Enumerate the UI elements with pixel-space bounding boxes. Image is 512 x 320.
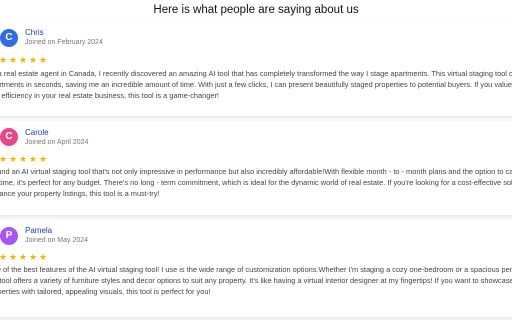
reviewer-name: Chris: [25, 28, 44, 37]
avatar: C: [0, 29, 18, 47]
star-icon: ★: [39, 154, 48, 164]
star-icon: ★: [29, 154, 38, 164]
avatar: C: [0, 128, 18, 146]
star-icon: ★: [19, 252, 28, 262]
star-rating: ★★★★★: [0, 253, 49, 262]
star-icon: ★: [29, 252, 38, 262]
testimonial-card: C Chris Joined on February 2024 ★★★★★ As…: [0, 20, 512, 116]
star-rating: ★★★★★: [0, 155, 49, 164]
join-date: Joined on May 2024: [25, 237, 89, 244]
join-date: Joined on February 2024: [25, 39, 103, 46]
star-icon: ★: [0, 252, 8, 262]
review-text: I found an AI virtual staging tool that'…: [0, 167, 512, 198]
star-rating: ★★★★★: [0, 56, 49, 65]
reviewer-name: Carole: [25, 128, 49, 137]
star-icon: ★: [29, 55, 38, 65]
testimonial-card: C Carole Joined on April 2024 ★★★★★ I fo…: [0, 121, 512, 215]
avatar-initial: P: [5, 230, 13, 241]
testimonial-card: P Pamela Joined on May 2024 ★★★★★ One of…: [0, 219, 512, 317]
testimonials-page: Here is what people are saying about us …: [0, 0, 512, 320]
star-icon: ★: [19, 55, 28, 65]
star-icon: ★: [9, 154, 18, 164]
star-icon: ★: [9, 55, 18, 65]
review-text: As a real estate agent in Canada, I rece…: [0, 69, 512, 100]
review-text: One of the best features of the AI virtu…: [0, 265, 512, 296]
star-icon: ★: [0, 55, 8, 65]
avatar: P: [0, 227, 18, 245]
avatar-initial: C: [5, 131, 13, 142]
star-icon: ★: [9, 252, 18, 262]
reviewer-name: Pamela: [25, 226, 53, 235]
star-icon: ★: [39, 55, 48, 65]
star-icon: ★: [0, 154, 8, 164]
star-icon: ★: [39, 252, 48, 262]
star-icon: ★: [19, 154, 28, 164]
avatar-initial: C: [5, 32, 13, 43]
join-date: Joined on April 2024: [25, 139, 89, 146]
page-title: Here is what people are saying about us: [153, 4, 359, 16]
